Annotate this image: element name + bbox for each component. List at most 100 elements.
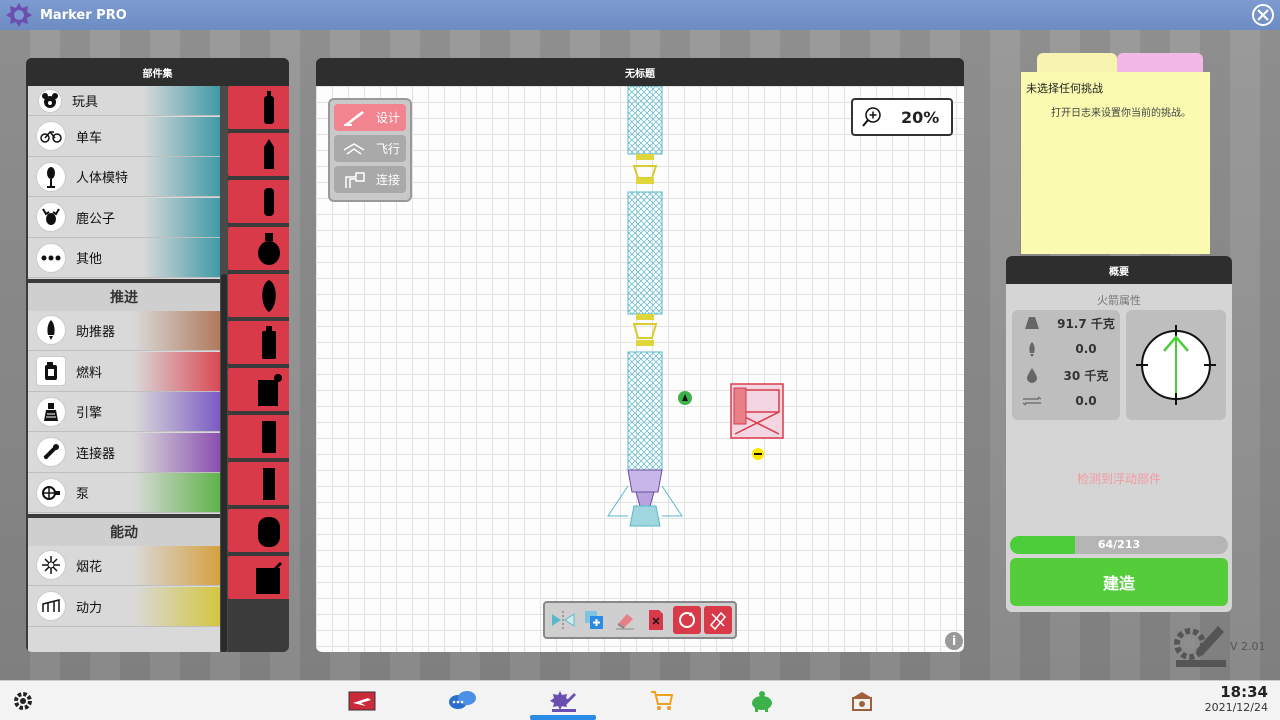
challenge-body: 打开日志来设置你当前的挑战。	[1051, 108, 1191, 119]
close-icon[interactable]	[1252, 4, 1274, 26]
part-tile[interactable]	[228, 462, 289, 505]
stat-mass-value: 91.7 千克	[1057, 316, 1115, 331]
build-button[interactable]: 建造	[1010, 558, 1228, 606]
nav-museum[interactable]	[847, 687, 877, 715]
fuel-tank-part-icon	[262, 279, 276, 312]
part-tile[interactable]	[228, 321, 289, 364]
challenge-note[interactable]: 未选择任何挑战 打开日志来设置你当前的挑战。	[1021, 72, 1210, 254]
zoom-in-icon[interactable]	[861, 106, 883, 128]
delete-tool-button[interactable]	[642, 606, 670, 634]
category-label: 玩具	[72, 95, 99, 110]
plane-card-icon	[348, 691, 376, 711]
eraser-icon	[616, 614, 634, 630]
settings-gear-icon[interactable]	[12, 690, 34, 712]
category-firework[interactable]: 烟花	[28, 545, 220, 586]
stat-fuel-value: 30 千克	[1063, 368, 1109, 383]
reset-tool-button[interactable]	[673, 606, 701, 634]
zoom-value: 20%	[901, 107, 940, 127]
flight-icon	[343, 142, 365, 155]
zoom-control[interactable]: 20%	[851, 98, 953, 136]
category-label: 连接器	[76, 446, 116, 462]
reset-icon	[679, 612, 695, 628]
part-tile[interactable]	[228, 415, 289, 458]
engine-icon	[36, 396, 66, 427]
summary-title: 概要	[1006, 256, 1232, 284]
mode-flight-button[interactable]: 飞行	[334, 135, 406, 162]
stat-row: 0.0	[1012, 336, 1120, 362]
fuel-can-icon	[36, 356, 66, 387]
progress-text: 64/213	[1097, 538, 1141, 551]
nav-savings[interactable]	[747, 687, 777, 715]
stat-flow-value: 0.0	[1075, 394, 1097, 408]
category-label: 其他	[76, 252, 103, 268]
nav-workshop[interactable]	[548, 687, 578, 715]
design-grid[interactable]	[316, 86, 964, 652]
connect-icon	[345, 171, 365, 188]
parts-panel: 部件集 玩具 单车 人体模特 鹿公子 其他 推进 助推器 燃料 引擎 连接器 泵…	[26, 58, 289, 652]
summary-panel: 概要 火箭属性 91.7 千克 0.0 30 千克 0.0 检测到浮动部件 64…	[1006, 256, 1232, 612]
category-power[interactable]: 动力	[28, 586, 220, 627]
category-pump[interactable]: 泵	[28, 473, 220, 514]
mannequin-icon	[36, 161, 66, 192]
section-propulsion: 推进	[28, 278, 220, 311]
mode-connect-button[interactable]: 连接	[334, 166, 406, 193]
category-other[interactable]: 其他	[28, 238, 220, 279]
mode-design-button[interactable]: 设计	[334, 104, 406, 131]
category-label: 鹿公子	[76, 211, 116, 227]
duplicate-icon	[585, 611, 603, 629]
category-label: 助推器	[76, 324, 116, 340]
version-badge: V 2.01	[1168, 620, 1278, 670]
category-mannequin[interactable]: 人体模特	[28, 157, 220, 198]
category-connector[interactable]: 连接器	[28, 432, 220, 473]
duplicate-tool-button[interactable]	[580, 606, 608, 634]
part-tile[interactable]	[228, 274, 289, 317]
category-label: 燃料	[76, 365, 103, 381]
part-tile[interactable]	[228, 556, 289, 599]
parts-panel-title: 部件集	[26, 58, 289, 86]
category-toys[interactable]: 玩具	[28, 86, 220, 116]
scroll-thumb[interactable]	[221, 274, 227, 652]
category-engine[interactable]: 引擎	[28, 392, 220, 433]
part-tile[interactable]	[228, 227, 289, 270]
category-booster[interactable]: 助推器	[28, 310, 220, 351]
shopping-cart-icon	[651, 691, 674, 710]
category-label: 泵	[76, 487, 90, 503]
design-icon	[344, 110, 364, 126]
power-icon	[36, 591, 66, 622]
category-deer[interactable]: 鹿公子	[28, 197, 220, 238]
part-tile[interactable]	[228, 133, 289, 176]
title-bar: Marker PRO	[0, 0, 1280, 30]
info-icon[interactable]: i	[945, 632, 963, 650]
nav-chat[interactable]	[447, 687, 477, 715]
fuel-tank-part-icon	[258, 232, 280, 265]
mode-selector: 设计 飞行 连接	[328, 98, 412, 202]
part-tile[interactable]	[228, 368, 289, 411]
fuel-tank-part-icon	[258, 373, 282, 406]
part-tile[interactable]	[228, 180, 289, 223]
clear-all-tool-button[interactable]	[704, 606, 732, 634]
part-tile[interactable]	[228, 86, 289, 129]
mirror-icon	[552, 611, 575, 629]
category-list[interactable]: 玩具 单车 人体模特 鹿公子 其他 推进 助推器 燃料 引擎 连接器 泵 能动 …	[28, 86, 220, 652]
category-scrollbar[interactable]	[220, 86, 228, 652]
bicycle-icon	[36, 121, 66, 152]
rocket-stats: 91.7 千克 0.0 30 千克 0.0	[1012, 310, 1120, 420]
chat-bubbles-icon	[449, 691, 476, 709]
rocket-icon	[1029, 342, 1035, 357]
fuel-tank-part-icon	[264, 90, 274, 124]
rocket-assembly[interactable]	[596, 86, 796, 546]
nav-hangar[interactable]	[347, 687, 377, 715]
category-bicycle[interactable]: 单车	[28, 116, 220, 157]
version-text: V 2.01	[1230, 640, 1266, 653]
category-label: 人体模特	[76, 171, 129, 187]
mode-label: 设计	[376, 111, 401, 125]
piggy-bank-icon	[752, 691, 772, 712]
part-list[interactable]	[228, 86, 289, 652]
eraser-tool-button[interactable]	[611, 606, 639, 634]
bottom-nav-bar: 18:34 2021/12/24	[0, 680, 1280, 720]
nav-shop[interactable]	[647, 687, 677, 715]
fuel-tank-part-icon	[264, 187, 274, 216]
part-tile[interactable]	[228, 509, 289, 552]
category-fuel[interactable]: 燃料	[28, 351, 220, 392]
mirror-tool-button[interactable]	[549, 606, 577, 634]
